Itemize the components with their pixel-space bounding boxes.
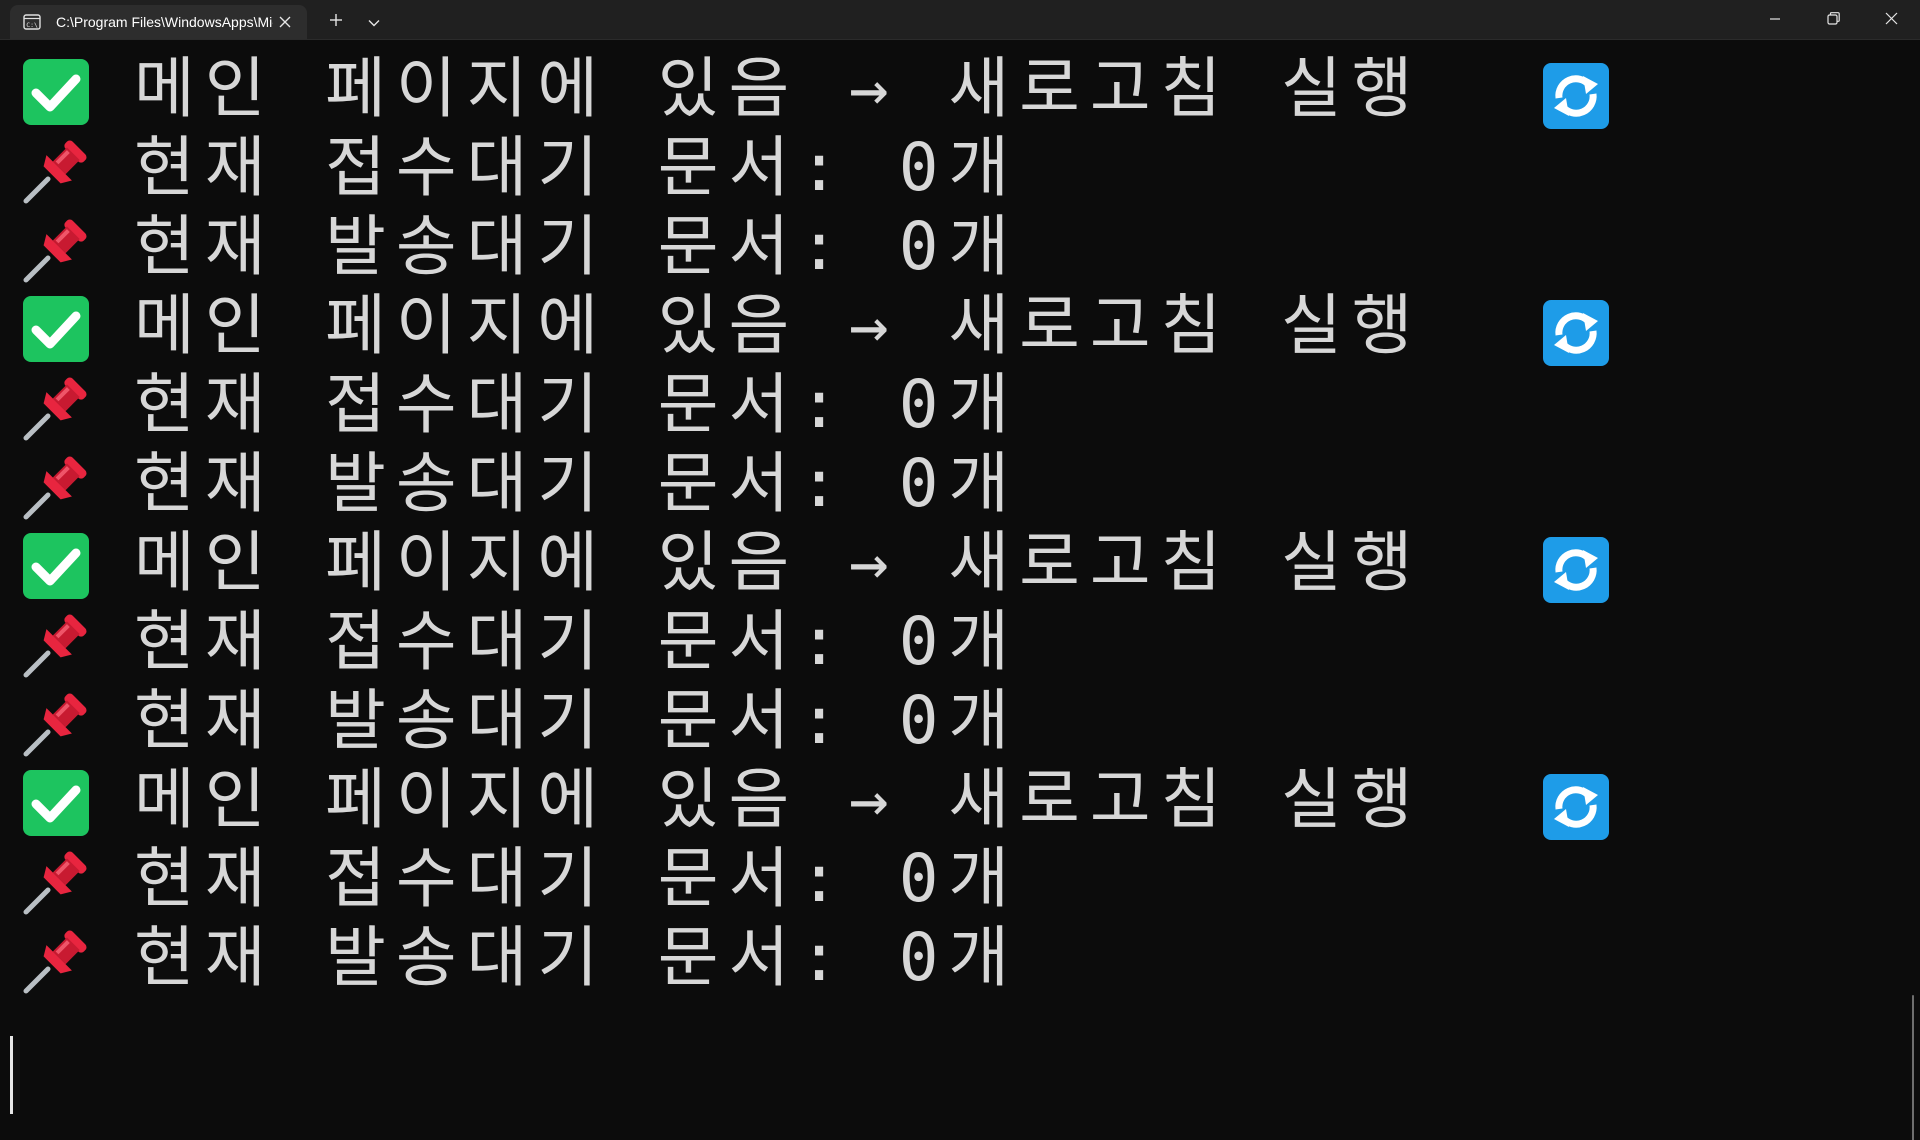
restore-icon <box>1826 10 1840 29</box>
close-icon <box>1885 10 1898 29</box>
scrollbar-thumb[interactable] <box>1912 995 1914 1140</box>
new-tab-button[interactable] <box>322 8 350 34</box>
terminal-line: 현재 발송대기 문서: 0개 <box>0 206 1800 285</box>
terminal-line: 현재 발송대기 문서: 0개 <box>0 917 1800 996</box>
pushpin-emoji <box>23 614 87 678</box>
terminal-line-text: 현재 발송대기 문서: 0개 <box>134 445 1020 522</box>
terminal-line-text: 현재 발송대기 문서: 0개 <box>134 919 1020 996</box>
minimize-icon <box>1769 10 1781 29</box>
terminal-line-text: 메인 페이지에 있음 → 새로고침 실행 <box>134 287 1423 364</box>
terminal-line: 메인 페이지에 있음 → 새로고침 실행 <box>0 48 1800 129</box>
terminal-line: 현재 발송대기 문서: 0개 <box>0 680 1800 759</box>
terminal-output[interactable]: 메인 페이지에 있음 → 새로고침 실행 현재 접수대기 문서: 0개 현재 발… <box>0 40 1920 1140</box>
pushpin-emoji <box>23 140 87 204</box>
text-cursor <box>10 1036 13 1114</box>
check-mark-emoji <box>23 296 89 362</box>
terminal-line-text: 현재 발송대기 문서: 0개 <box>134 682 1020 759</box>
check-mark-emoji <box>23 770 89 836</box>
restore-button[interactable] <box>1804 0 1862 38</box>
terminal-line-text: 메인 페이지에 있음 → 새로고침 실행 <box>134 761 1423 838</box>
pushpin-emoji <box>23 377 87 441</box>
check-mark-emoji <box>23 59 89 125</box>
terminal-line: 현재 접수대기 문서: 0개 <box>0 127 1800 206</box>
terminal-line: 메인 페이지에 있음 → 새로고침 실행 <box>0 285 1800 366</box>
close-icon[interactable] <box>273 10 297 34</box>
terminal-line: 현재 접수대기 문서: 0개 <box>0 601 1800 680</box>
terminal-line: 현재 접수대기 문서: 0개 <box>0 838 1800 917</box>
pushpin-emoji <box>23 456 87 520</box>
terminal-line-text: 현재 발송대기 문서: 0개 <box>134 208 1020 285</box>
pushpin-emoji <box>23 930 87 994</box>
pushpin-emoji <box>23 851 87 915</box>
refresh-emoji <box>1543 63 1609 129</box>
pushpin-emoji <box>23 219 87 283</box>
terminal-line-text: 현재 접수대기 문서: 0개 <box>134 129 1020 206</box>
tab-title: C:\Program Files\WindowsApps\Microsoft.W… <box>56 14 273 30</box>
terminal-line-text: 메인 페이지에 있음 → 새로고침 실행 <box>134 50 1423 127</box>
title-bar: C:\ C:\Program Files\WindowsApps\Microso… <box>0 0 1920 40</box>
window-close-button[interactable] <box>1862 0 1920 38</box>
terminal-line: 현재 발송대기 문서: 0개 <box>0 443 1800 522</box>
refresh-emoji <box>1543 300 1609 366</box>
terminal-line-text: 현재 접수대기 문서: 0개 <box>134 603 1020 680</box>
terminal-line-text: 현재 접수대기 문서: 0개 <box>134 840 1020 917</box>
terminal-line-text: 메인 페이지에 있음 → 새로고침 실행 <box>134 524 1423 601</box>
svg-text:C:\: C:\ <box>26 21 38 29</box>
console-icon: C:\ <box>22 14 42 30</box>
terminal-line-text: 현재 접수대기 문서: 0개 <box>134 366 1020 443</box>
check-mark-emoji <box>23 533 89 599</box>
terminal-line: 메인 페이지에 있음 → 새로고침 실행 <box>0 522 1800 603</box>
pushpin-emoji <box>23 693 87 757</box>
terminal-line: 메인 페이지에 있음 → 새로고침 실행 <box>0 759 1800 840</box>
terminal-tab[interactable]: C:\ C:\Program Files\WindowsApps\Microso… <box>10 5 307 39</box>
refresh-emoji <box>1543 537 1609 603</box>
plus-icon <box>329 12 343 31</box>
minimize-button[interactable] <box>1746 0 1804 38</box>
refresh-emoji <box>1543 774 1609 840</box>
chevron-down-icon <box>368 12 380 31</box>
terminal-line: 현재 접수대기 문서: 0개 <box>0 364 1800 443</box>
profile-dropdown-button[interactable] <box>360 8 388 34</box>
